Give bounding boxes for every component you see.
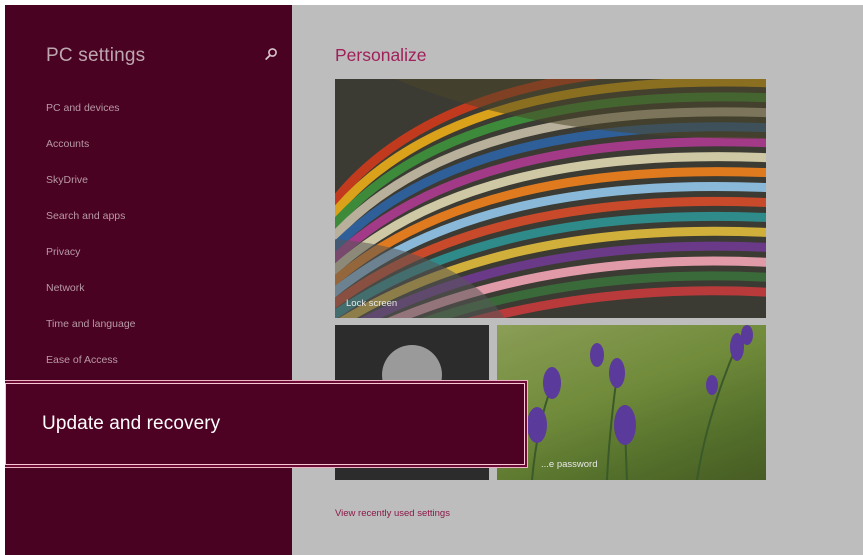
view-recent-settings-link[interactable]: View recently used settings xyxy=(335,508,450,519)
picture-password-label: ...e password xyxy=(541,459,598,470)
sidebar-item-accounts[interactable]: Accounts xyxy=(46,137,136,173)
sidebar-item-privacy[interactable]: Privacy xyxy=(46,245,136,281)
lock-screen-label: Lock screen xyxy=(346,298,398,309)
settings-window: PC settings PC and devices Accounts SkyD… xyxy=(5,5,863,555)
sidebar-item-skydrive[interactable]: SkyDrive xyxy=(46,173,136,209)
lock-screen-tile[interactable]: Lock screen xyxy=(335,79,766,318)
sidebar-title: PC settings xyxy=(46,45,146,66)
search-icon[interactable] xyxy=(263,46,279,62)
sidebar-item-network[interactable]: Network xyxy=(46,281,136,317)
lock-screen-image xyxy=(335,79,766,318)
picture-password-tile[interactable]: ...e password xyxy=(497,325,766,480)
sidebar-item-update-and-recovery[interactable]: Update and recovery xyxy=(5,381,527,467)
sidebar-item-update-and-recovery-label: Update and recovery xyxy=(42,413,221,434)
sidebar-item-search-and-apps[interactable]: Search and apps xyxy=(46,209,136,245)
section-title: Personalize xyxy=(335,45,427,65)
sidebar-item-time-and-language[interactable]: Time and language xyxy=(46,317,136,353)
lavender-image xyxy=(497,325,766,480)
sidebar-item-pc-and-devices[interactable]: PC and devices xyxy=(46,101,136,137)
sidebar: PC settings PC and devices Accounts SkyD… xyxy=(5,5,292,555)
sidebar-nav: PC and devices Accounts SkyDrive Search … xyxy=(46,101,136,389)
